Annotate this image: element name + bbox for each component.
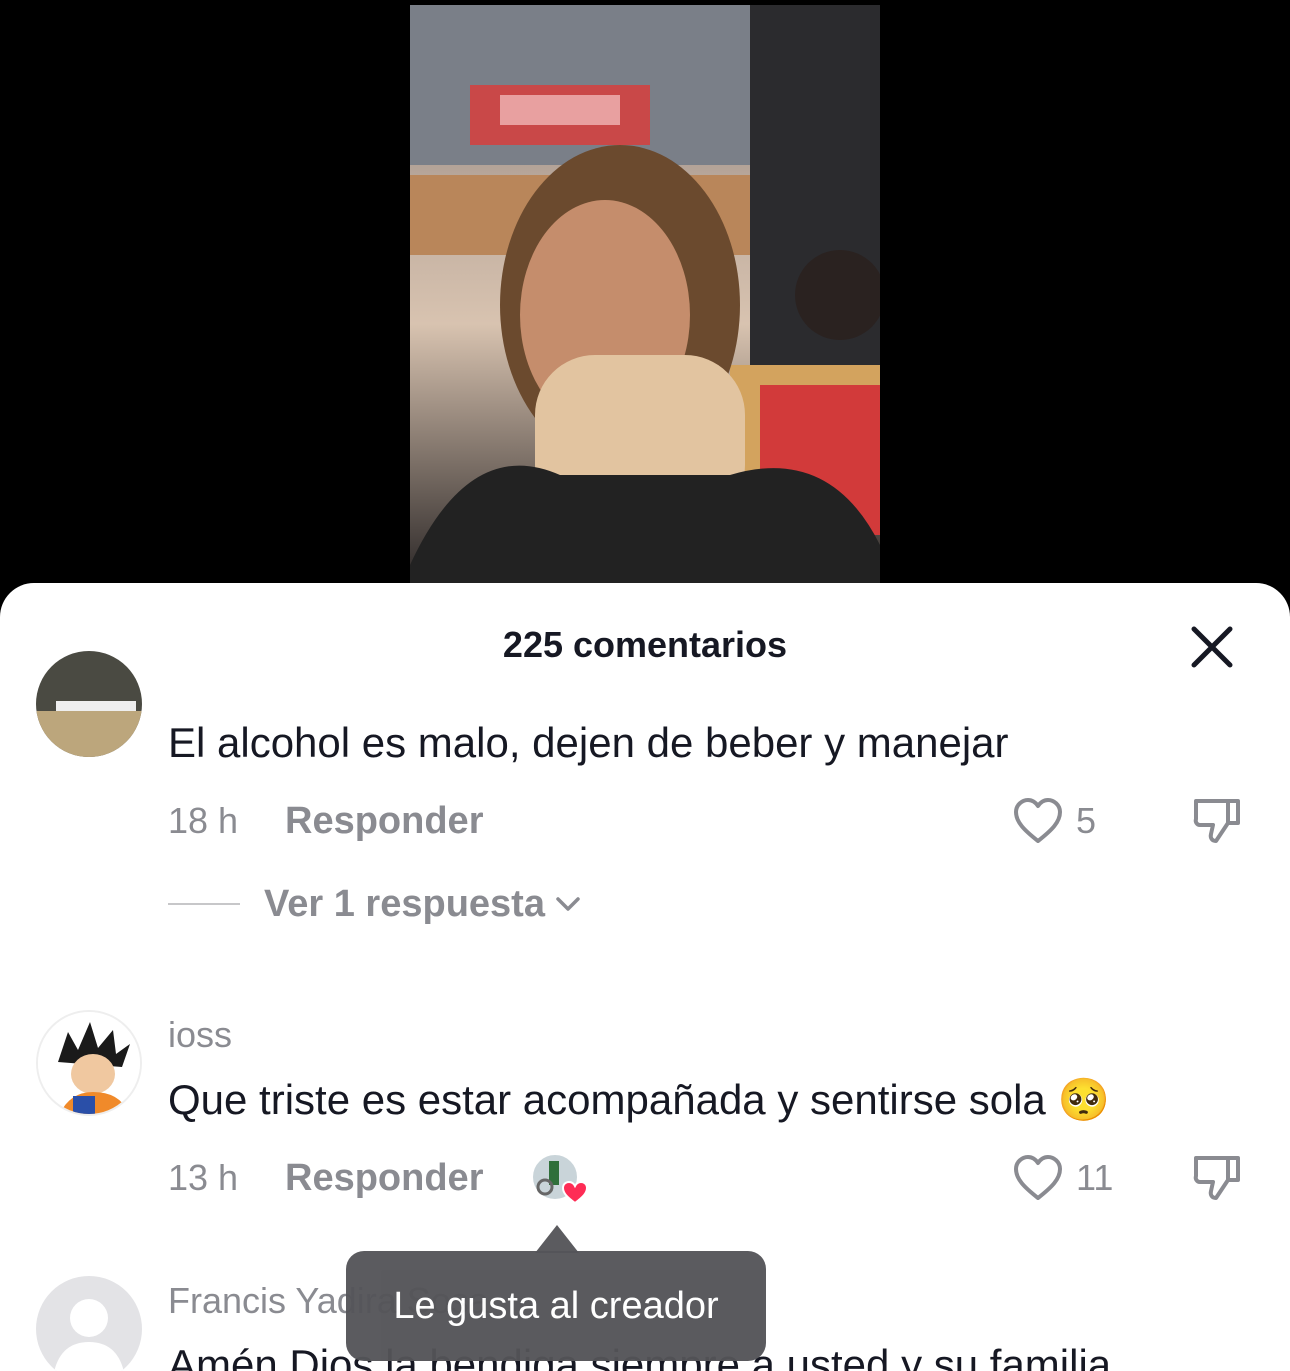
view-replies-label: Ver 1 respuesta xyxy=(264,882,545,925)
reply-button[interactable]: Responder xyxy=(285,799,483,843)
creator-liked-badge[interactable] xyxy=(531,1153,591,1207)
heart-outline-icon xyxy=(1014,798,1062,843)
dislike-button[interactable] xyxy=(1190,793,1244,847)
like-button[interactable] xyxy=(1012,796,1064,846)
avatar[interactable] xyxy=(36,651,142,757)
like-count: 11 xyxy=(1076,1157,1114,1198)
reply-button[interactable]: Responder xyxy=(285,1156,483,1200)
avatar[interactable] xyxy=(36,1010,142,1116)
thumbs-down-icon xyxy=(1193,1156,1240,1200)
chevron-down-icon xyxy=(556,897,580,911)
heart-outline-icon xyxy=(1014,1155,1062,1200)
replies-divider xyxy=(168,903,240,905)
view-replies-button[interactable]: Ver 1 respuesta xyxy=(168,882,583,926)
video-frame-image xyxy=(410,5,880,585)
dislike-button[interactable] xyxy=(1190,1150,1244,1204)
default-avatar-icon xyxy=(54,1299,124,1371)
comment-text: Que triste es estar acompañada y sentirs… xyxy=(168,1076,1110,1123)
avatar[interactable] xyxy=(36,1276,142,1371)
creator-liked-tooltip: Le gusta al creador xyxy=(346,1251,766,1361)
like-count: 5 xyxy=(1076,800,1097,841)
close-button[interactable] xyxy=(1186,621,1238,673)
tooltip-arrow xyxy=(535,1225,579,1253)
comment-timestamp: 18 h xyxy=(168,800,239,841)
comment-username[interactable]: ioss xyxy=(168,1013,232,1057)
like-button[interactable] xyxy=(1012,1153,1064,1203)
close-icon xyxy=(1191,626,1233,668)
video-preview[interactable] xyxy=(410,5,880,585)
creator-heart-icon xyxy=(531,1153,589,1205)
comments-count-title: 225 comentarios xyxy=(502,624,788,665)
thumbs-down-icon xyxy=(1193,799,1240,843)
comments-sheet: 225 comentarios El alcohol es malo, deje… xyxy=(0,583,1290,1371)
comment-text: El alcohol es malo, dejen de beber y man… xyxy=(168,719,1009,766)
comment-timestamp: 13 h xyxy=(168,1157,239,1198)
